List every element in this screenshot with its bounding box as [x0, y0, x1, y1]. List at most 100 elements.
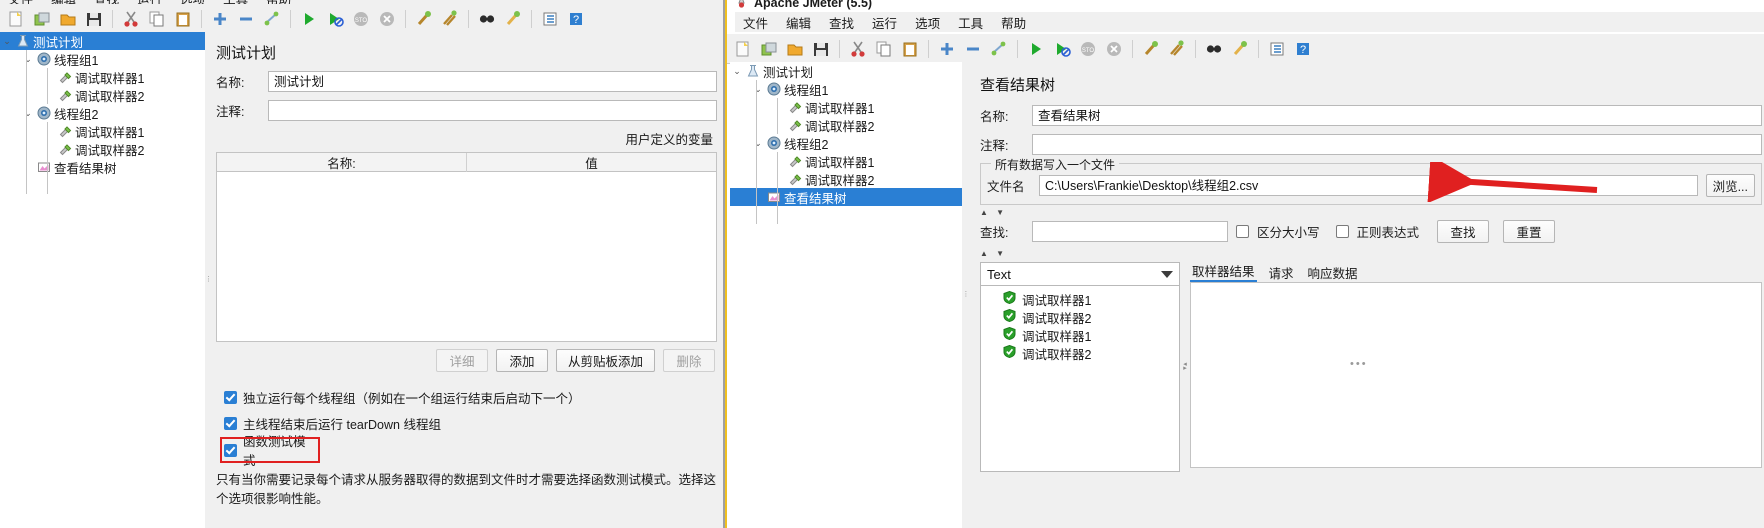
- splitter-results[interactable]: ◂ ▸: [1180, 262, 1190, 472]
- name-input[interactable]: 测试计划: [268, 71, 717, 92]
- tree-node-2[interactable]: 调试取样器1: [730, 98, 962, 116]
- expand-icon[interactable]: [208, 7, 232, 31]
- test-plan-tree-right[interactable]: ⌄ 测试计划 ⌄ 线程组1 调试取样器1 调试取样器2 ⌄ 线程组2 调试取样器1 调试取样器2 查…: [730, 62, 962, 528]
- splitter-collapse-arrows-2[interactable]: ▲ ▼: [980, 249, 1762, 258]
- find-button[interactable]: 查找: [1437, 220, 1490, 243]
- comment-input[interactable]: [1032, 134, 1762, 155]
- tree-node-1[interactable]: ⌄ 线程组1: [730, 80, 962, 98]
- test-plan-tree-left[interactable]: ⌄ 测试计划 ⌄ 线程组1 调试取样器1 调试取样器2 ⌄ 线程组2 调试取样器1 调试取样器2 查…: [0, 32, 205, 528]
- help-icon[interactable]: ?: [564, 7, 588, 31]
- clear-icon[interactable]: [1139, 37, 1163, 61]
- tree-node-1[interactable]: ⌄ 线程组1: [0, 50, 205, 68]
- cut-icon[interactable]: [846, 37, 870, 61]
- tree-node-0[interactable]: ⌄ 测试计划: [0, 32, 205, 50]
- tab-response-data[interactable]: 响应数据: [1306, 263, 1360, 282]
- search-icon[interactable]: [475, 7, 499, 31]
- paste-icon[interactable]: [898, 37, 922, 61]
- cut-icon[interactable]: [119, 7, 143, 31]
- collapse-icon[interactable]: [234, 7, 258, 31]
- paste-icon[interactable]: [171, 7, 195, 31]
- splitter-right-window[interactable]: ⋮: [962, 62, 970, 528]
- search-input[interactable]: [1032, 221, 1228, 242]
- delete-button[interactable]: 删除: [663, 349, 715, 372]
- tree-node-7[interactable]: 查看结果树: [0, 158, 205, 176]
- save-icon[interactable]: [809, 37, 833, 61]
- save-icon[interactable]: [82, 7, 106, 31]
- tab-sampler-result[interactable]: 取样器结果: [1190, 261, 1257, 282]
- tree-node-6[interactable]: 调试取样器2: [730, 170, 962, 188]
- checkbox-regex[interactable]: [1335, 225, 1349, 238]
- checkbox-row-functional-mode[interactable]: 函数测试模式: [220, 435, 320, 468]
- comment-input[interactable]: [268, 100, 717, 121]
- start-no-pauses-icon[interactable]: [1050, 37, 1074, 61]
- search-icon[interactable]: [1202, 37, 1226, 61]
- menu-item-edit[interactable]: 编辑: [786, 13, 811, 32]
- tree-expander[interactable]: ⌄: [21, 54, 35, 65]
- results-list[interactable]: 调试取样器1 调试取样器2 调试取样器1 调试取样器2: [980, 286, 1180, 472]
- copy-icon[interactable]: [872, 37, 896, 61]
- tab-request[interactable]: 请求: [1267, 263, 1296, 282]
- toggle-icon[interactable]: [260, 7, 284, 31]
- splitter-left-window[interactable]: ⋮: [205, 32, 212, 528]
- tree-node-6[interactable]: 调试取样器2: [0, 140, 205, 158]
- reset-search-icon[interactable]: [1228, 37, 1252, 61]
- tree-node-7[interactable]: 查看结果树: [730, 188, 962, 206]
- templates-icon[interactable]: [30, 7, 54, 31]
- menu-item-tools[interactable]: 工具: [958, 13, 983, 32]
- open-icon[interactable]: [783, 37, 807, 61]
- result-detail-tabs[interactable]: 取样器结果 请求 响应数据: [1190, 262, 1762, 282]
- help-icon[interactable]: ?: [1291, 37, 1315, 61]
- clear-all-icon[interactable]: [438, 7, 462, 31]
- pane-resize-dots[interactable]: •••: [1350, 359, 1368, 370]
- filename-input[interactable]: C:\Users\Frankie\Desktop\线程组2.csv: [1039, 175, 1698, 196]
- new-icon[interactable]: [4, 7, 28, 31]
- toggle-icon[interactable]: [987, 37, 1011, 61]
- templates-icon[interactable]: [757, 37, 781, 61]
- tree-node-5[interactable]: 调试取样器1: [730, 152, 962, 170]
- tree-expander[interactable]: ⌄: [0, 36, 14, 47]
- clear-all-icon[interactable]: [1165, 37, 1189, 61]
- user-variables-table[interactable]: 名称: 值: [216, 152, 717, 342]
- menu-item-help[interactable]: 帮助: [1001, 13, 1026, 32]
- checkbox-teardown[interactable]: [224, 416, 237, 430]
- expand-icon[interactable]: [935, 37, 959, 61]
- tree-expander[interactable]: ⌄: [751, 138, 765, 149]
- menu-item-file[interactable]: 文件: [743, 13, 768, 32]
- open-icon[interactable]: [56, 7, 80, 31]
- menu-item-options[interactable]: 选项: [915, 13, 940, 32]
- start-icon[interactable]: [297, 7, 321, 31]
- shutdown-icon[interactable]: [1102, 37, 1126, 61]
- tree-node-5[interactable]: 调试取样器1: [0, 122, 205, 140]
- tree-node-4[interactable]: ⌄ 线程组2: [730, 134, 962, 152]
- tree-expander[interactable]: ⌄: [730, 66, 744, 77]
- start-no-pauses-icon[interactable]: [323, 7, 347, 31]
- tree-expander[interactable]: ⌄: [21, 108, 35, 119]
- function-helper-icon[interactable]: [538, 7, 562, 31]
- reset-search-icon[interactable]: [501, 7, 525, 31]
- table-body[interactable]: [216, 172, 717, 342]
- tree-node-2[interactable]: 调试取样器1: [0, 68, 205, 86]
- clear-icon[interactable]: [412, 7, 436, 31]
- menu-item-search[interactable]: 查找: [829, 13, 854, 32]
- result-list-item-3[interactable]: 调试取样器2: [981, 344, 1179, 362]
- stop-icon[interactable]: STO: [1076, 37, 1100, 61]
- start-icon[interactable]: [1024, 37, 1048, 61]
- reset-button[interactable]: 重置: [1503, 220, 1556, 243]
- shutdown-icon[interactable]: [375, 7, 399, 31]
- detail-button[interactable]: 详细: [435, 349, 488, 372]
- result-list-item-1[interactable]: 调试取样器2: [981, 308, 1179, 326]
- checkbox-row-independent-groups[interactable]: 独立运行每个线程组（例如在一个组运行结束后启动下一个）: [224, 388, 717, 406]
- tree-node-4[interactable]: ⌄ 线程组2: [0, 104, 205, 122]
- result-list-item-2[interactable]: 调试取样器1: [981, 326, 1179, 344]
- new-icon[interactable]: [731, 37, 755, 61]
- function-helper-icon[interactable]: [1265, 37, 1289, 61]
- checkbox-row-teardown[interactable]: 主线程结束后运行 tearDown 线程组: [224, 414, 717, 432]
- checkbox-case-sensitive[interactable]: [1236, 225, 1249, 238]
- renderer-combo[interactable]: Text: [980, 262, 1180, 286]
- stop-icon[interactable]: STO: [349, 7, 373, 31]
- add-button[interactable]: 添加: [495, 349, 548, 372]
- collapse-icon[interactable]: [961, 37, 985, 61]
- browse-button[interactable]: 浏览...: [1705, 174, 1755, 197]
- checkbox-functional-mode[interactable]: [224, 443, 237, 457]
- tree-node-3[interactable]: 调试取样器2: [730, 116, 962, 134]
